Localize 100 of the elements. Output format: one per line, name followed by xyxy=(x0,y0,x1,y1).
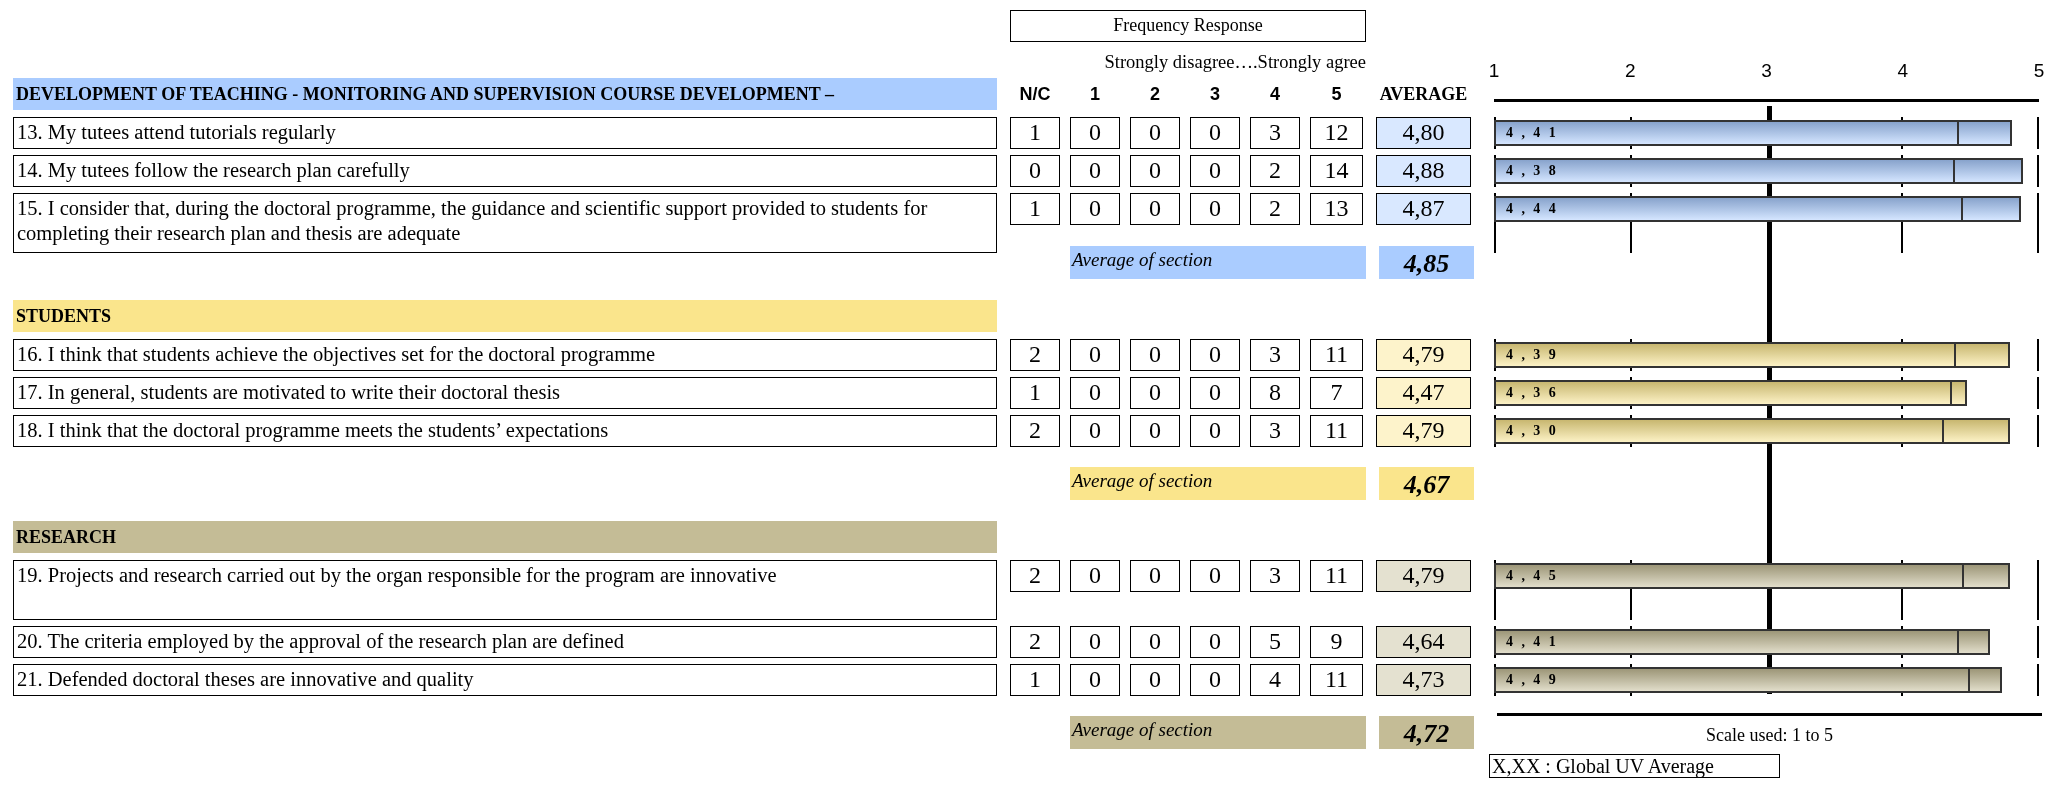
scale-hint: Strongly disagree….Strongly agree xyxy=(1103,51,1366,73)
question-cell: 18. I think that the doctoral programme meets the students’ expectations xyxy=(13,415,997,447)
average-cell: 4,88 xyxy=(1376,155,1471,187)
count-cell: 11 xyxy=(1310,415,1363,447)
global-average-label: 4,44 xyxy=(1505,201,1565,217)
count-cell: 0 xyxy=(1070,339,1120,371)
count-cell: 3 xyxy=(1250,560,1300,592)
section-title: STUDENTS xyxy=(13,300,997,332)
count-cell: 0 xyxy=(1130,377,1180,409)
column-header: 3 xyxy=(1209,83,1221,106)
axis-tick-label: 1 xyxy=(1488,60,1500,82)
count-cell: 11 xyxy=(1310,664,1363,696)
count-cell: 0 xyxy=(1070,664,1120,696)
axis-tick-label: 3 xyxy=(1761,60,1772,82)
count-cell: 0 xyxy=(1190,626,1240,658)
question-cell: 21. Defended doctoral theses are innovative and quality xyxy=(13,664,997,696)
section-average-value: 4,85 xyxy=(1379,246,1474,279)
average-cell: 4,64 xyxy=(1376,626,1471,658)
count-cell: 11 xyxy=(1310,339,1363,371)
count-cell: 0 xyxy=(1190,377,1240,409)
count-cell: 0 xyxy=(1070,117,1120,149)
global-average-label: 4,38 xyxy=(1505,163,1565,179)
count-cell: 0 xyxy=(1070,626,1120,658)
global-average-label: 4,36 xyxy=(1505,385,1565,401)
count-cell: 12 xyxy=(1310,117,1363,149)
count-cell: 5 xyxy=(1250,626,1300,658)
count-cell: 11 xyxy=(1310,560,1363,592)
count-cell: 0 xyxy=(1130,193,1180,225)
question-cell: 19. Projects and research carried out by the organ responsible for the program are innovative xyxy=(13,560,997,620)
column-header: 2 xyxy=(1149,83,1161,106)
section-average-value: 4,72 xyxy=(1379,716,1474,749)
global-average-label: 4,45 xyxy=(1505,568,1565,584)
count-cell: 7 xyxy=(1310,377,1363,409)
legend-box: X,XX : Global UV Average xyxy=(1489,754,1780,778)
scale-note: Scale used: 1 to 5 xyxy=(1706,724,1833,746)
average-cell: 4,79 xyxy=(1376,560,1471,592)
average-cell: 4,79 xyxy=(1376,339,1471,371)
count-cell: 0 xyxy=(1070,193,1120,225)
count-cell: 14 xyxy=(1310,155,1363,187)
column-header: 4 xyxy=(1269,83,1281,106)
count-cell: 0 xyxy=(1130,339,1180,371)
axis-tick-label: 4 xyxy=(1897,60,1909,82)
average-cell: 4,47 xyxy=(1376,377,1471,409)
section-average-label: Average of section xyxy=(1070,246,1366,279)
count-cell: 3 xyxy=(1250,415,1300,447)
average-cell: 4,80 xyxy=(1376,117,1471,149)
count-cell: 2 xyxy=(1010,626,1060,658)
global-average-label: 4,39 xyxy=(1505,347,1565,363)
count-cell: 0 xyxy=(1190,664,1240,696)
count-cell: 2 xyxy=(1250,193,1300,225)
global-average-label: 4,41 xyxy=(1505,125,1565,141)
global-average-label: 4,30 xyxy=(1505,423,1565,439)
column-header: AVERAGE xyxy=(1378,83,1469,106)
column-header: N/C xyxy=(1018,83,1052,106)
question-cell: 14. My tutees follow the research plan carefully xyxy=(13,155,997,187)
question-cell: 16. I think that students achieve the objectives set for the doctoral programme xyxy=(13,339,997,371)
count-cell: 1 xyxy=(1010,377,1060,409)
count-cell: 13 xyxy=(1310,193,1363,225)
count-cell: 0 xyxy=(1130,664,1180,696)
count-cell: 3 xyxy=(1250,117,1300,149)
count-cell: 0 xyxy=(1070,155,1120,187)
count-cell: 0 xyxy=(1130,415,1180,447)
global-average-label: 4,41 xyxy=(1505,634,1565,650)
average-cell: 4,73 xyxy=(1376,664,1471,696)
count-cell: 2 xyxy=(1010,339,1060,371)
question-cell: 13. My tutees attend tutorials regularly xyxy=(13,117,997,149)
count-cell: 8 xyxy=(1250,377,1300,409)
count-cell: 0 xyxy=(1190,117,1240,149)
section-average-label: Average of section xyxy=(1070,716,1366,749)
count-cell: 2 xyxy=(1010,415,1060,447)
section-title: DEVELOPMENT OF TEACHING - MONITORING AND SUPERVISION COURSE DEVELOPMENT – xyxy=(13,78,997,110)
count-cell: 1 xyxy=(1010,664,1060,696)
count-cell: 0 xyxy=(1070,415,1120,447)
question-cell: 15. I consider that, during the doctoral programme, the guidance and scientific support provided to students for completing their research plan and thesis are adequate xyxy=(13,193,997,253)
count-cell: 0 xyxy=(1190,155,1240,187)
axis-tick-label: 5 xyxy=(2033,60,2045,82)
count-cell: 0 xyxy=(1010,155,1060,187)
count-cell: 0 xyxy=(1070,377,1120,409)
axis-tick-label: 2 xyxy=(1624,60,1636,82)
average-cell: 4,87 xyxy=(1376,193,1471,225)
count-cell: 0 xyxy=(1130,626,1180,658)
count-cell: 0 xyxy=(1130,155,1180,187)
column-header: 5 xyxy=(1330,83,1343,106)
average-cell: 4,79 xyxy=(1376,415,1471,447)
global-average-label: 4,49 xyxy=(1505,672,1565,688)
count-cell: 0 xyxy=(1070,560,1120,592)
count-cell: 0 xyxy=(1190,339,1240,371)
section-average-value: 4,67 xyxy=(1379,467,1474,500)
section-average-label: Average of section xyxy=(1070,467,1366,500)
count-cell: 1 xyxy=(1010,193,1060,225)
count-cell: 4 xyxy=(1250,664,1300,696)
count-cell: 2 xyxy=(1010,560,1060,592)
count-cell: 0 xyxy=(1190,415,1240,447)
count-cell: 1 xyxy=(1010,117,1060,149)
column-header: 1 xyxy=(1089,83,1101,106)
count-cell: 0 xyxy=(1190,193,1240,225)
question-cell: 20. The criteria employed by the approval of the research plan are defined xyxy=(13,626,997,658)
count-cell: 3 xyxy=(1250,339,1300,371)
question-cell: 17. In general, students are motivated to write their doctoral thesis xyxy=(13,377,997,409)
count-cell: 9 xyxy=(1310,626,1363,658)
